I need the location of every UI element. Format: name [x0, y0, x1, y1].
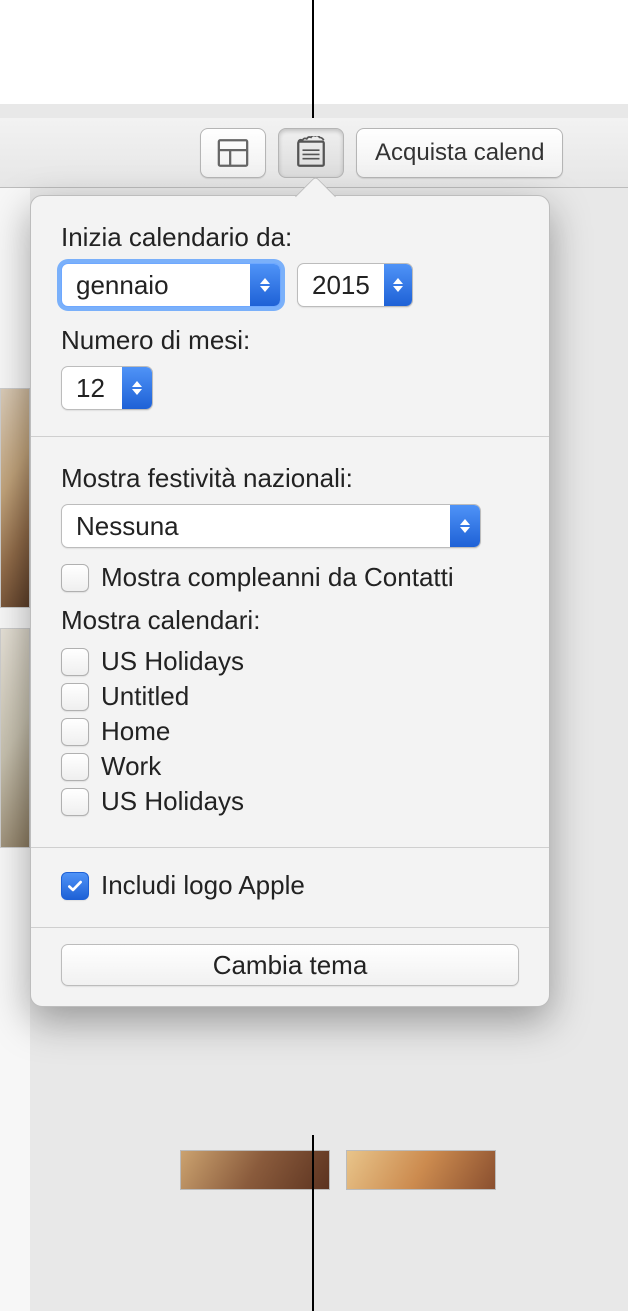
start-calendar-label: Inizia calendario da: [61, 222, 519, 253]
calendar-list: US Holidays Untitled Home Work US Holida… [61, 646, 519, 817]
start-year-value: 2015 [298, 270, 384, 301]
holidays-value: Nessuna [62, 511, 450, 542]
popup-arrows-icon [384, 264, 412, 306]
start-year-popup[interactable]: 2015 [297, 263, 413, 307]
start-month-popup[interactable]: gennaio [61, 263, 281, 307]
calendar-name: US Holidays [101, 786, 244, 817]
start-month-value: gennaio [62, 270, 250, 301]
layout-button[interactable] [200, 128, 266, 178]
popup-arrows-icon [122, 367, 152, 409]
sidebar-photos [0, 188, 30, 1311]
calendar-checkbox-row[interactable]: Work [61, 751, 519, 782]
calendar-name: Work [101, 751, 161, 782]
change-theme-button[interactable]: Cambia tema [61, 944, 519, 986]
include-logo-checkbox-row[interactable]: Includi logo Apple [61, 870, 519, 901]
theme-section: Cambia tema [31, 927, 549, 1006]
calendar-icon [294, 136, 328, 170]
months-count-label: Numero di mesi: [61, 325, 519, 356]
checkbox-unchecked-icon [61, 718, 89, 746]
popup-arrows-icon [450, 505, 480, 547]
show-calendars-label: Mostra calendari: [61, 605, 519, 636]
months-count-value: 12 [62, 373, 122, 404]
checkbox-unchecked-icon [61, 564, 89, 592]
calendar-checkbox-row[interactable]: Home [61, 716, 519, 747]
photo-thumb [0, 628, 30, 848]
months-count-popup[interactable]: 12 [61, 366, 153, 410]
buy-calendar-label: Acquista calend [375, 139, 544, 167]
checkbox-unchecked-icon [61, 648, 89, 676]
calendar-checkbox-row[interactable]: US Holidays [61, 646, 519, 677]
checkbox-unchecked-icon [61, 788, 89, 816]
calendar-settings-popover: Inizia calendario da: gennaio 2015 Numer… [30, 195, 550, 1007]
start-section: Inizia calendario da: gennaio 2015 Numer… [31, 196, 549, 436]
include-logo-label: Includi logo Apple [101, 870, 305, 901]
photo-thumb [180, 1150, 330, 1190]
birthdays-label: Mostra compleanni da Contatti [101, 562, 454, 593]
holidays-label: Mostra festività nazionali: [61, 463, 519, 494]
checkbox-checked-icon [61, 872, 89, 900]
birthdays-checkbox-row[interactable]: Mostra compleanni da Contatti [61, 562, 519, 593]
photo-thumb [0, 388, 30, 608]
change-theme-label: Cambia tema [213, 950, 368, 981]
popup-arrows-icon [250, 264, 280, 306]
layout-icon [216, 136, 250, 170]
holidays-section: Mostra festività nazionali: Nessuna Most… [31, 436, 549, 847]
buy-calendar-button[interactable]: Acquista calend [356, 128, 563, 178]
checkbox-unchecked-icon [61, 683, 89, 711]
holidays-popup[interactable]: Nessuna [61, 504, 481, 548]
checkbox-unchecked-icon [61, 753, 89, 781]
calendar-name: Home [101, 716, 170, 747]
photo-thumb [346, 1150, 496, 1190]
calendar-name: US Holidays [101, 646, 244, 677]
calendar-checkbox-row[interactable]: US Holidays [61, 786, 519, 817]
calendar-settings-button[interactable] [278, 128, 344, 178]
bottom-thumbs [180, 1150, 496, 1190]
callout-line-bottom [312, 1135, 314, 1311]
callout-line-top [312, 0, 314, 118]
logo-section: Includi logo Apple [31, 847, 549, 927]
calendar-checkbox-row[interactable]: Untitled [61, 681, 519, 712]
calendar-name: Untitled [101, 681, 189, 712]
